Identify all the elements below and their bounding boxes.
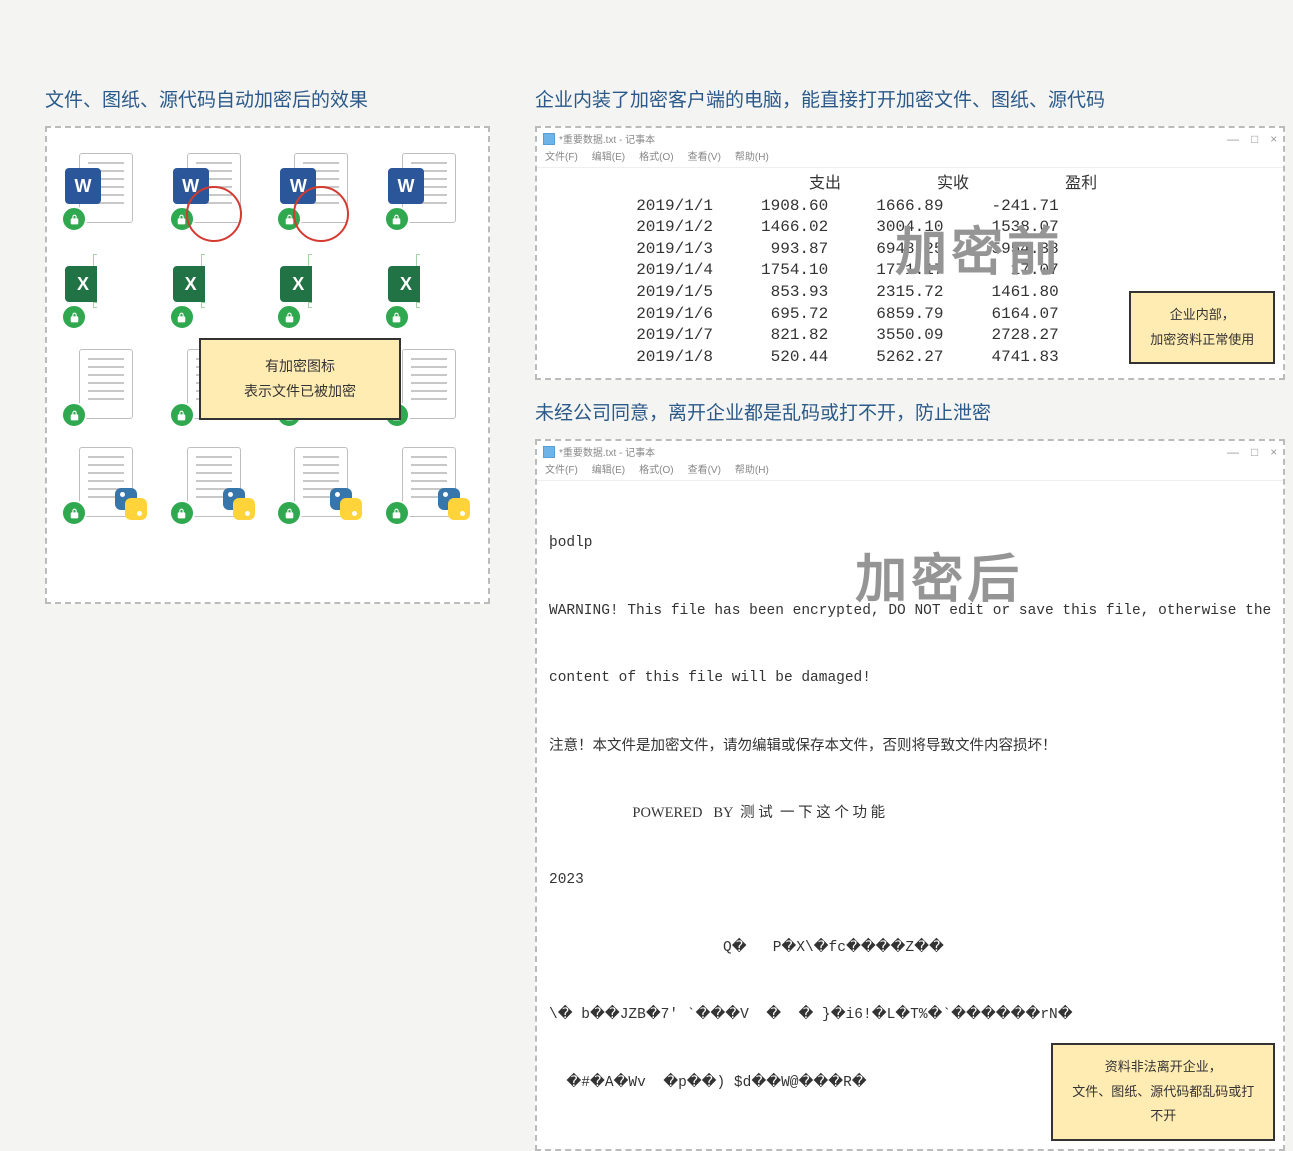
note-line2: 文件、图纸、源代码都乱码或打不开 bbox=[1067, 1080, 1259, 1129]
notepad-window-before[interactable]: *重要数据.txt - 记事本 — □ × 文件(F) 编辑(E) 格式(O) … bbox=[535, 126, 1285, 380]
lock-icon bbox=[384, 206, 410, 232]
python-file-3[interactable] bbox=[280, 444, 362, 520]
garbled-content: þodlp WARNING! This file has been encryp… bbox=[549, 487, 1271, 1139]
excel-file-2[interactable]: X bbox=[173, 248, 255, 324]
left-title: 文件、图纸、源代码自动加密后的效果 bbox=[45, 85, 490, 112]
window-title: *重要数据.txt - 记事本 bbox=[559, 131, 655, 146]
menubar: 文件(F) 编辑(E) 格式(O) 查看(V) 帮助(H) bbox=[537, 460, 1283, 481]
notepad-icon bbox=[543, 133, 555, 145]
minimize-button[interactable]: — bbox=[1227, 445, 1239, 459]
python-file-1[interactable] bbox=[65, 444, 147, 520]
menu-help[interactable]: 帮助(H) bbox=[735, 148, 769, 163]
menu-file[interactable]: 文件(F) bbox=[545, 148, 578, 163]
lock-icon bbox=[61, 304, 87, 330]
excel-icon: X bbox=[173, 266, 209, 302]
excel-file-1[interactable]: X bbox=[65, 248, 147, 324]
window-titlebar[interactable]: *重要数据.txt - 记事本 — □ × bbox=[537, 441, 1283, 460]
note-line2: 加密资料正常使用 bbox=[1145, 328, 1259, 353]
notepad-window-after[interactable]: *重要数据.txt - 记事本 — □ × 文件(F) 编辑(E) 格式(O) … bbox=[535, 439, 1285, 1151]
maximize-button[interactable]: □ bbox=[1251, 132, 1258, 146]
word-icon: W bbox=[388, 168, 424, 204]
close-button[interactable]: × bbox=[1270, 445, 1277, 459]
notepad-body[interactable]: 加密后 þodlp WARNING! This file has been en… bbox=[537, 481, 1283, 1149]
excel-file-3[interactable]: X bbox=[280, 248, 362, 324]
python-file-2[interactable] bbox=[173, 444, 255, 520]
word-file-1[interactable]: W bbox=[65, 150, 147, 226]
python-icon bbox=[219, 484, 259, 524]
menu-file[interactable]: 文件(F) bbox=[545, 461, 578, 476]
word-icon: W bbox=[65, 168, 101, 204]
python-file-4[interactable] bbox=[388, 444, 470, 520]
menu-help[interactable]: 帮助(H) bbox=[735, 461, 769, 476]
lock-icon bbox=[384, 304, 410, 330]
lock-icon bbox=[276, 304, 302, 330]
window-titlebar[interactable]: *重要数据.txt - 记事本 — □ × bbox=[537, 128, 1283, 147]
lock-icon bbox=[276, 500, 302, 526]
python-icon bbox=[434, 484, 474, 524]
lock-icon bbox=[169, 304, 195, 330]
lock-icon bbox=[169, 402, 195, 428]
encrypted-label-callout: 有加密图标 表示文件已被加密 bbox=[199, 338, 401, 420]
row-python bbox=[65, 444, 470, 520]
close-button[interactable]: × bbox=[1270, 132, 1277, 146]
callout-line1: 有加密图标 bbox=[209, 354, 391, 379]
notepad-icon bbox=[543, 446, 555, 458]
excel-icon: X bbox=[65, 266, 101, 302]
excel-icon: X bbox=[280, 266, 316, 302]
python-icon bbox=[326, 484, 366, 524]
word-file-4[interactable]: W bbox=[388, 150, 470, 226]
note-line1: 资料非法离开企业， bbox=[1067, 1055, 1259, 1080]
highlight-ring-icon bbox=[293, 186, 349, 242]
minimize-button[interactable]: — bbox=[1227, 132, 1239, 146]
menu-format[interactable]: 格式(O) bbox=[639, 461, 673, 476]
file-icon-board: W W W W bbox=[45, 126, 490, 604]
menu-view[interactable]: 查看(V) bbox=[688, 461, 721, 476]
excel-icon: X bbox=[388, 266, 424, 302]
row-word: W W W W bbox=[65, 150, 470, 226]
excel-file-4[interactable]: X bbox=[388, 248, 470, 324]
highlight-ring-icon bbox=[186, 186, 242, 242]
encrypted-effect-panel: 文件、图纸、源代码自动加密后的效果 W W W bbox=[45, 85, 490, 1151]
word-file-3[interactable]: W bbox=[280, 150, 362, 226]
window-title: *重要数据.txt - 记事本 bbox=[559, 444, 655, 459]
menu-view[interactable]: 查看(V) bbox=[688, 148, 721, 163]
python-icon bbox=[111, 484, 151, 524]
lock-icon bbox=[169, 500, 195, 526]
maximize-button[interactable]: □ bbox=[1251, 445, 1258, 459]
text-file-1[interactable] bbox=[65, 346, 147, 422]
menu-format[interactable]: 格式(O) bbox=[639, 148, 673, 163]
lock-icon bbox=[61, 500, 87, 526]
word-file-2[interactable]: W bbox=[173, 150, 255, 226]
menu-edit[interactable]: 编辑(E) bbox=[592, 461, 625, 476]
menubar: 文件(F) 编辑(E) 格式(O) 查看(V) 帮助(H) bbox=[537, 147, 1283, 168]
lock-icon bbox=[61, 402, 87, 428]
note-external-garbled: 资料非法离开企业， 文件、图纸、源代码都乱码或打不开 bbox=[1051, 1043, 1275, 1141]
external-garbled-panel: 未经公司同意，离开企业都是乱码或打不开，防止泄密 *重要数据.txt - 记事本… bbox=[535, 398, 1285, 1151]
notepad-body[interactable]: 加密前 支出 实收 盈利 2019/1/1 1908.60 1666.89 -2… bbox=[537, 168, 1283, 378]
lock-icon bbox=[384, 500, 410, 526]
lock-icon bbox=[61, 206, 87, 232]
menu-edit[interactable]: 编辑(E) bbox=[592, 148, 625, 163]
rightB-title: 未经公司同意，离开企业都是乱码或打不开，防止泄密 bbox=[535, 398, 1285, 425]
callout-line2: 表示文件已被加密 bbox=[209, 379, 391, 404]
note-internal-use: 企业内部， 加密资料正常使用 bbox=[1129, 291, 1275, 364]
rightA-title: 企业内装了加密客户端的电脑，能直接打开加密文件、图纸、源代码 bbox=[535, 85, 1285, 112]
internal-open-panel: 企业内装了加密客户端的电脑，能直接打开加密文件、图纸、源代码 *重要数据.txt… bbox=[535, 85, 1285, 380]
row-excel: X X X X bbox=[65, 248, 470, 324]
note-line1: 企业内部， bbox=[1145, 303, 1259, 328]
